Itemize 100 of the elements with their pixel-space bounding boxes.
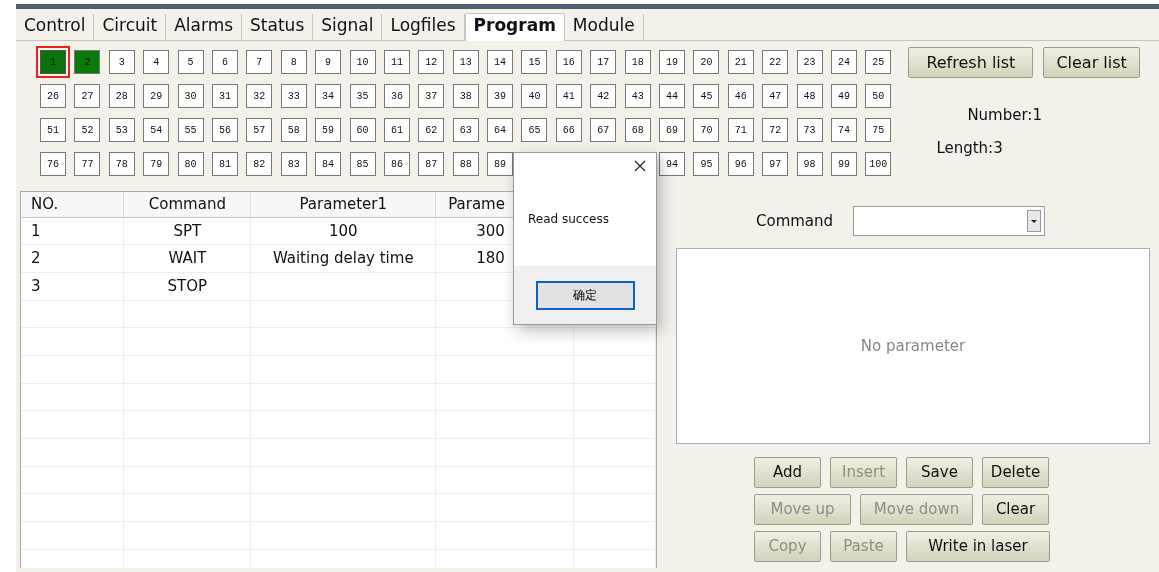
program-slot[interactable]: 54 <box>143 118 170 142</box>
program-slot[interactable]: 86 <box>383 152 410 176</box>
program-slot[interactable]: 27 <box>74 84 101 108</box>
program-slot[interactable]: 97 <box>762 152 789 176</box>
program-slot[interactable]: 26 <box>40 84 66 108</box>
program-slot[interactable]: 44 <box>659 84 686 108</box>
program-slot[interactable]: 8 <box>280 50 307 74</box>
program-slot[interactable]: 23 <box>796 50 823 74</box>
program-slot[interactable]: 81 <box>211 152 238 176</box>
program-slot[interactable]: 76 <box>40 152 66 176</box>
program-slot[interactable]: 33 <box>280 84 307 108</box>
action-button[interactable]: Delete <box>982 457 1049 488</box>
program-slot[interactable]: 57 <box>246 118 273 142</box>
program-slot[interactable]: 22 <box>762 50 789 74</box>
program-slot[interactable]: 46 <box>727 84 754 108</box>
tab[interactable]: Status <box>242 13 314 40</box>
program-slot[interactable]: 94 <box>659 152 686 176</box>
program-slot[interactable]: 11 <box>383 50 410 74</box>
program-slot[interactable]: 3 <box>108 50 135 74</box>
tab[interactable]: Alarms <box>166 13 243 40</box>
tab[interactable]: Program <box>464 12 565 41</box>
program-slot[interactable]: 53 <box>108 118 135 142</box>
program-slot[interactable]: 75 <box>865 118 892 142</box>
action-button[interactable]: Write in laser <box>906 531 1050 562</box>
tab[interactable]: Circuit <box>94 13 167 40</box>
program-slot[interactable]: 41 <box>555 84 582 108</box>
program-slot[interactable]: 58 <box>280 118 307 142</box>
program-slot[interactable]: 68 <box>624 118 651 142</box>
program-slot[interactable]: 69 <box>659 118 686 142</box>
tab[interactable]: Control <box>16 13 95 40</box>
program-slot[interactable]: 79 <box>143 152 170 176</box>
program-slot[interactable]: 48 <box>796 84 823 108</box>
program-slot[interactable]: 50 <box>865 84 892 108</box>
program-slot[interactable]: 9 <box>315 50 342 74</box>
program-slot[interactable]: 71 <box>727 118 754 142</box>
tab[interactable]: Logfiles <box>382 13 465 40</box>
program-slot[interactable]: 72 <box>762 118 789 142</box>
action-button[interactable]: Add <box>754 457 821 488</box>
program-slot[interactable]: 66 <box>555 118 582 142</box>
program-slot[interactable]: 47 <box>762 84 789 108</box>
program-slot[interactable]: 59 <box>315 118 342 142</box>
program-slot[interactable]: 96 <box>727 152 754 176</box>
program-slot[interactable]: 30 <box>177 84 204 108</box>
program-slot[interactable]: 5 <box>177 50 204 74</box>
program-slot[interactable]: 20 <box>693 50 720 74</box>
program-slot[interactable]: 21 <box>727 50 754 74</box>
program-slot[interactable]: 18 <box>624 50 651 74</box>
program-slot[interactable]: 49 <box>831 84 857 108</box>
program-slot[interactable]: 51 <box>40 118 66 142</box>
program-slot[interactable]: 52 <box>74 118 101 142</box>
program-slot[interactable]: 31 <box>211 84 238 108</box>
program-slot[interactable]: 19 <box>659 50 686 74</box>
program-slot[interactable]: 98 <box>796 152 823 176</box>
program-slot[interactable]: 67 <box>590 118 617 142</box>
program-slot[interactable]: 65 <box>521 118 548 142</box>
program-slot[interactable]: 24 <box>831 50 857 74</box>
program-slot[interactable]: 85 <box>349 152 376 176</box>
program-slot[interactable]: 38 <box>452 84 479 108</box>
command-dropdown[interactable] <box>853 206 1046 236</box>
program-slot[interactable]: 56 <box>211 118 238 142</box>
list-button[interactable]: Refresh list <box>908 47 1034 78</box>
program-slot[interactable]: 36 <box>383 84 410 108</box>
program-slot[interactable]: 78 <box>108 152 135 176</box>
program-slot[interactable]: 37 <box>418 84 445 108</box>
program-slot[interactable]: 64 <box>487 118 514 142</box>
program-slot[interactable]: 14 <box>487 50 514 74</box>
program-slot[interactable]: 25 <box>865 50 892 74</box>
program-slot[interactable]: 29 <box>143 84 170 108</box>
program-slot[interactable]: 77 <box>74 152 101 176</box>
program-slot[interactable]: 88 <box>452 152 479 176</box>
program-slot[interactable]: 32 <box>246 84 273 108</box>
list-button[interactable]: Clear list <box>1043 47 1140 78</box>
program-slot[interactable]: 39 <box>487 84 514 108</box>
program-slot[interactable]: 6 <box>211 50 238 74</box>
program-slot[interactable]: 99 <box>831 152 857 176</box>
program-slot[interactable]: 87 <box>418 152 445 176</box>
program-slot[interactable]: 35 <box>349 84 376 108</box>
program-slot[interactable]: 82 <box>246 152 273 176</box>
program-slot[interactable]: 7 <box>246 50 273 74</box>
program-slot[interactable]: 83 <box>280 152 307 176</box>
program-slot[interactable]: 40 <box>521 84 548 108</box>
action-button[interactable]: Clear <box>982 494 1049 525</box>
program-slot[interactable]: 42 <box>590 84 617 108</box>
program-slot[interactable]: 73 <box>796 118 823 142</box>
program-slot[interactable]: 74 <box>831 118 857 142</box>
program-slot[interactable]: 4 <box>143 50 170 74</box>
program-slot[interactable]: 17 <box>590 50 617 74</box>
program-slot[interactable]: 62 <box>418 118 445 142</box>
action-button[interactable]: Save <box>906 457 973 488</box>
program-slot[interactable]: 95 <box>693 152 720 176</box>
program-slot[interactable]: 63 <box>452 118 479 142</box>
program-slot[interactable]: 84 <box>315 152 342 176</box>
program-slot[interactable]: 60 <box>349 118 376 142</box>
tab[interactable]: Module <box>564 13 644 40</box>
program-slot[interactable]: 100 <box>865 152 892 176</box>
close-icon[interactable] <box>634 160 646 172</box>
program-slot[interactable]: 61 <box>383 118 410 142</box>
column-header[interactable]: NO. <box>31 195 59 213</box>
program-slot[interactable]: 12 <box>418 50 445 74</box>
program-slot[interactable]: 10 <box>349 50 376 74</box>
